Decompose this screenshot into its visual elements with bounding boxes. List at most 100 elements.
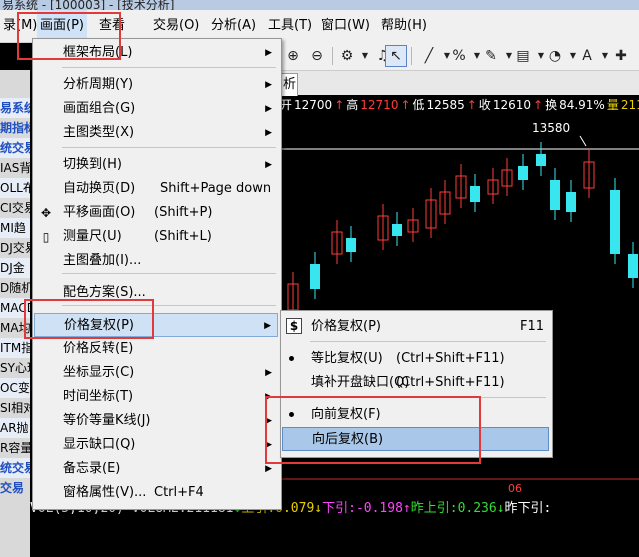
submenu-arrow-icon: ▶: [265, 128, 272, 138]
menu-item-label: 测量尺(U): [63, 229, 122, 244]
indicator-item[interactable]: D随机: [0, 278, 30, 298]
menu-item-1[interactable]: 分析周期(Y) ▶: [34, 73, 278, 97]
x-axis-label: 06: [508, 482, 522, 495]
zoom-in-icon[interactable]: ⊕: [282, 45, 304, 67]
candle-body: [518, 166, 528, 180]
menu-item-0[interactable]: 框架布局(L) ▶: [34, 41, 278, 65]
indicator-item[interactable]: OLL布: [0, 178, 30, 198]
arrow-up-icon: ↑: [400, 98, 411, 112]
submenu-arrow-icon: ▶: [265, 48, 272, 58]
menu-separator: [62, 273, 276, 274]
submenu-item-2[interactable]: 填补开盘缺口(Q) (Ctrl+Shift+F11): [282, 371, 549, 395]
menu-item-15[interactable]: 显示缺口(Q) ▶: [34, 433, 278, 457]
arrow-up-icon: ↑: [334, 98, 345, 112]
cross-icon[interactable]: ✚: [610, 45, 632, 67]
arrow-up-icon: ↑: [533, 98, 544, 112]
menu-item-17[interactable]: 窗格属性(V)... Ctrl+F4: [34, 481, 278, 505]
submenu-item-4[interactable]: 向后复权(B): [282, 427, 549, 451]
menu-item-13[interactable]: 时间坐标(T) ▶: [34, 385, 278, 409]
indicator-item[interactable]: CI交易: [0, 198, 30, 218]
radio-bullet-icon: [289, 356, 294, 361]
menu-separator: [310, 397, 546, 398]
down-value: -0.198: [355, 501, 403, 516]
menu-item-shortcut: (Shift+P): [154, 205, 213, 220]
submenu-arrow-icon: ▶: [265, 160, 272, 170]
submenu-item-3[interactable]: 向前复权(F): [282, 403, 549, 427]
menu-item-11[interactable]: 价格反转(E): [34, 337, 278, 361]
high-label: 高: [346, 98, 359, 112]
menu-item-label: 画面组合(G): [63, 101, 136, 116]
move-icon: ✥: [40, 206, 52, 220]
submenu-arrow-icon: ▶: [265, 440, 272, 450]
close-value: 12610: [492, 98, 531, 112]
indicator-item[interactable]: DJ交易: [0, 238, 30, 258]
menu-item-4[interactable]: 切换到(H) ▶: [34, 153, 278, 177]
high-value: 12710: [360, 98, 399, 112]
indicator-item[interactable]: 易系统: [0, 98, 30, 118]
indicator-item[interactable]: DJ金: [0, 258, 30, 278]
menu-6[interactable]: 窗口(W): [318, 10, 373, 42]
submenu-arrow-icon: ▶: [265, 416, 272, 426]
submenu-item-0[interactable]: $ 价格复权(P) F11: [282, 315, 549, 339]
indicator-item[interactable]: MA均线: [0, 318, 30, 338]
menu-item-6[interactable]: ✥ 平移画面(O) (Shift+P): [34, 201, 278, 225]
quote-line: 开12700↑高12710↑低12585↑收12610↑换84.91%量2111…: [280, 96, 639, 114]
toolbar-separator: [332, 47, 333, 65]
indicator-item[interactable]: SI相对: [0, 398, 30, 418]
indicator-item[interactable]: 统交易: [0, 138, 30, 158]
indicator-item[interactable]: 期指标: [0, 118, 30, 138]
indicator-item[interactable]: 交易: [0, 478, 30, 498]
arrow-down-icon: ↓: [496, 501, 505, 516]
down-label: 下引:: [322, 501, 356, 516]
indicator-item[interactable]: OC变: [0, 378, 30, 398]
turnover-value: 84.91%: [559, 98, 605, 112]
menu-item-8[interactable]: 主图叠加(I)...: [34, 249, 278, 273]
submenu-item-1[interactable]: 等比复权(U) (Ctrl+Shift+F11): [282, 347, 549, 371]
chart-tab-strip: 析: [280, 71, 639, 96]
menu-item-label: 切换到(H): [63, 157, 122, 172]
menu-item-shortcut: Ctrl+F4: [154, 485, 204, 500]
indicator-item[interactable]: IAS背: [0, 158, 30, 178]
menu-item-9[interactable]: 配色方案(S)...: [34, 281, 278, 305]
prev-up-value: 0.236: [457, 501, 497, 516]
indicator-item[interactable]: ITM指: [0, 338, 30, 358]
submenu-item-shortcut: (Ctrl+Shift+F11): [396, 351, 505, 366]
indicator-item[interactable]: MI趋: [0, 218, 30, 238]
low-value: 12585: [426, 98, 465, 112]
menu-item-2[interactable]: 画面组合(G) ▶: [34, 97, 278, 121]
low-label: 低: [412, 98, 425, 112]
arrow-up-icon: ↑: [402, 501, 411, 516]
indicator-item[interactable]: R容量: [0, 438, 30, 458]
indicator-item[interactable]: AR抛: [0, 418, 30, 438]
menu-7[interactable]: 帮助(H): [378, 10, 430, 42]
tab-analysis[interactable]: 析: [280, 73, 298, 96]
menu-item-16[interactable]: 备忘录(E) ▶: [34, 457, 278, 481]
cursor-icon[interactable]: ↖: [385, 45, 407, 67]
indicator-item[interactable]: [0, 78, 30, 98]
prev-down-label: 昨下引:: [504, 501, 552, 516]
zoom-out-icon[interactable]: ⊖: [306, 45, 328, 67]
menu-item-14[interactable]: 等价等量K线(J) ▶: [34, 409, 278, 433]
indicator-item[interactable]: 统交易: [0, 458, 30, 478]
volume-value: 21118: [620, 98, 639, 112]
dollar-icon: $: [286, 318, 302, 334]
menu-item-3[interactable]: 主图类型(X) ▶: [34, 121, 278, 145]
candle-body: [550, 180, 560, 210]
menu-item-10[interactable]: 价格复权(P) ▶: [34, 313, 278, 337]
menu-separator: [62, 305, 276, 306]
menu-item-12[interactable]: 坐标显示(C) ▶: [34, 361, 278, 385]
prev-up-label: 昨上引:: [410, 501, 458, 516]
menu-item-label: 等价等量K线(J): [63, 413, 151, 428]
submenu-arrow-icon: ▶: [265, 392, 272, 402]
submenu-item-shortcut: F11: [520, 319, 545, 334]
menu-item-7[interactable]: ▯ 测量尺(U) (Shift+L): [34, 225, 278, 249]
menu-item-label: 窗格属性(V)...: [63, 485, 147, 500]
toolbar: ⊕ ⊖ ⚙ ▼ ♫ ↖ ╱ ▼ % ▼ ✎ ▼ ▤ ▼ ◔ ▼ A ▼ ✚: [280, 42, 639, 71]
menu-item-label: 时间坐标(T): [63, 389, 134, 404]
indicator-item[interactable]: SY心理: [0, 358, 30, 378]
menu-item-shortcut: (Shift+L): [154, 229, 212, 244]
indicator-item[interactable]: MACD: [0, 298, 30, 318]
menu-item-label: 主图类型(X): [63, 125, 135, 140]
menu-item-label: 价格复权(P): [64, 318, 134, 333]
menu-item-5[interactable]: 自动换页(D) Shift+Page down: [34, 177, 278, 201]
